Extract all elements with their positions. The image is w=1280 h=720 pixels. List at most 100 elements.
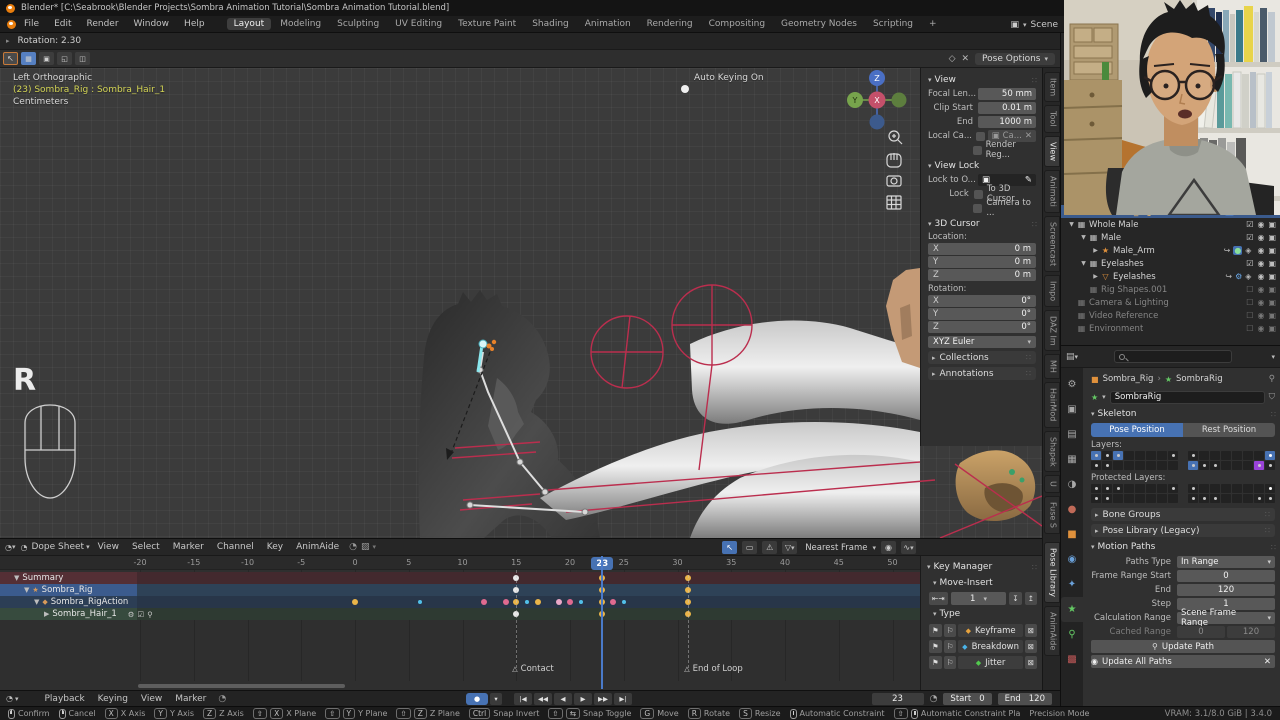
- sidebar-tab-item[interactable]: Item: [1044, 72, 1060, 102]
- outliner-row-whole-male[interactable]: ▼▦Whole Male☑◉▣: [1061, 218, 1280, 231]
- properties-tab-world[interactable]: ●: [1061, 497, 1083, 522]
- render-camera-icon[interactable]: ▣: [1268, 259, 1276, 268]
- protected-layer-cell[interactable]: [1188, 484, 1198, 493]
- protected-layer-cell[interactable]: [1265, 484, 1275, 493]
- protected-layer-cell[interactable]: [1243, 494, 1253, 503]
- selectability-checkbox[interactable]: ☐: [1246, 324, 1253, 333]
- camera-to-view-row[interactable]: Camera to ...: [928, 201, 1036, 215]
- workspace-tab-uv-editing[interactable]: UV Editing: [388, 18, 449, 30]
- layer-cell[interactable]: [1232, 451, 1242, 460]
- keyframe-action-f12[interactable]: [481, 599, 487, 605]
- layer-cell[interactable]: [1168, 461, 1178, 470]
- deselect-flag-icon[interactable]: ⚐: [944, 656, 957, 669]
- editor-type-icon[interactable]: ◔: [5, 543, 12, 552]
- modifier-icon[interactable]: ⚙: [128, 610, 135, 619]
- outliner-row-male-arm[interactable]: ▶★Male_Arm↪●◈◉▣: [1061, 244, 1280, 257]
- protected-layer-cell[interactable]: [1146, 484, 1156, 493]
- outliner-row-rig-shapes-001[interactable]: ▦Rig Shapes.001☐◉▣: [1061, 283, 1280, 296]
- properties-tab-modifiers[interactable]: ✦: [1061, 572, 1083, 597]
- sidebar-tab-screencast[interactable]: Screencast: [1044, 216, 1060, 272]
- jump-to-start-button[interactable]: |◀: [514, 693, 532, 705]
- clear-icon[interactable]: ✕: [962, 54, 970, 64]
- next-keyframe-button[interactable]: ▶▶: [594, 693, 612, 705]
- insert-down-button[interactable]: ↧: [1009, 592, 1021, 605]
- field-end[interactable]: 1000 m: [978, 116, 1036, 128]
- field-end[interactable]: 120: [1177, 584, 1275, 596]
- dope-menu-view[interactable]: View: [98, 542, 119, 552]
- panel-view-lock-header[interactable]: ▾View Lock: [928, 159, 1042, 173]
- insert-up-button[interactable]: ↥: [1025, 592, 1037, 605]
- layer-cell[interactable]: [1221, 461, 1231, 470]
- properties-tab-tool[interactable]: ⚙: [1061, 372, 1083, 397]
- keyframe-action-f14[interactable]: [503, 599, 509, 605]
- layer-cell[interactable]: [1157, 461, 1167, 470]
- dope-menu-animaide[interactable]: AnimAide: [296, 542, 339, 552]
- protected-layer-cell[interactable]: [1135, 484, 1145, 493]
- workspace-tab-animation[interactable]: Animation: [578, 18, 638, 30]
- breadcrumb-data[interactable]: SombraRig: [1176, 374, 1223, 384]
- mod-icon[interactable]: ⚙: [1235, 272, 1242, 281]
- deselect-flag-icon[interactable]: ⚐: [944, 640, 957, 653]
- timeline-menu-playback[interactable]: Playback: [45, 694, 85, 704]
- dope-tab-animaide[interactable]: AnimAide: [1044, 606, 1060, 656]
- key-manager-header[interactable]: ▾Key Manager∷: [927, 560, 1042, 574]
- layer-cell[interactable]: [1091, 451, 1101, 460]
- outliner-row-male[interactable]: ▼▦Male☑◉▣: [1061, 231, 1280, 244]
- play-button[interactable]: ▶: [574, 693, 592, 705]
- selectability-checkbox[interactable]: ☐: [1246, 311, 1253, 320]
- layer-cell[interactable]: [1210, 451, 1220, 460]
- key-type-jitter[interactable]: ◆Jitter: [958, 656, 1022, 669]
- layer-cell[interactable]: [1157, 451, 1167, 460]
- properties-tab-object-data[interactable]: ★: [1061, 597, 1083, 622]
- workspace-tab-shading[interactable]: Shading: [525, 18, 576, 30]
- channel-sombra_hair_1[interactable]: ▶Sombra_Hair_1⚙☑⚲: [0, 608, 137, 620]
- select-flag-icon[interactable]: ⚑: [929, 656, 942, 669]
- lock-icon[interactable]: ⚲: [147, 610, 153, 619]
- layer-cell[interactable]: [1265, 451, 1275, 460]
- clock-icon[interactable]: ◔: [218, 694, 226, 704]
- hide-eye-icon[interactable]: ◉: [1257, 246, 1264, 255]
- pose-options-button[interactable]: Pose Options▾: [975, 53, 1055, 65]
- horizontal-scrollbar[interactable]: [138, 684, 345, 688]
- sidebar-tab-fuse-s[interactable]: Fuse S: [1044, 496, 1060, 534]
- menu-edit[interactable]: Edit: [54, 19, 71, 29]
- keyframe-action-f19[interactable]: [556, 599, 562, 605]
- filter-icon[interactable]: ▽▾: [782, 541, 797, 554]
- render-region-checkbox[interactable]: [973, 146, 982, 155]
- current-frame-field[interactable]: 23: [872, 693, 924, 705]
- layer-cell[interactable]: [1199, 451, 1209, 460]
- keyframe-action-f6[interactable]: [418, 600, 422, 604]
- rotation-order-dropdown[interactable]: XYZ Euler▾: [928, 336, 1036, 348]
- keyframe-action-f25[interactable]: [622, 600, 626, 604]
- delete-icon[interactable]: ⊠: [1025, 640, 1037, 653]
- workspace-tab-scripting[interactable]: Scripting: [866, 18, 920, 30]
- prev-keyframe-button[interactable]: ◀◀: [534, 693, 552, 705]
- field-focal-len-[interactable]: 50 mm: [978, 88, 1036, 100]
- keyframe-canvas[interactable]: △Contact△End of Loop: [0, 570, 920, 681]
- record-options-dropdown[interactable]: ▾: [490, 693, 502, 705]
- pose-library-header[interactable]: ▸Pose Library (Legacy)∷: [1091, 524, 1275, 537]
- delete-icon[interactable]: ⊠: [1025, 624, 1037, 637]
- properties-tab-view-layer[interactable]: ▦: [1061, 447, 1083, 472]
- properties-tab-output[interactable]: ▤: [1061, 422, 1083, 447]
- select-mode-circle-icon[interactable]: ◱: [57, 52, 72, 65]
- layer-cell[interactable]: [1102, 461, 1112, 470]
- camera-to-view-checkbox[interactable]: [973, 204, 982, 213]
- protected-layer-cell[interactable]: [1146, 494, 1156, 503]
- move-left-button[interactable]: ⇤⇥: [929, 592, 948, 605]
- field-clip-start[interactable]: 0.01 m: [978, 102, 1036, 114]
- cursor-axis-field[interactable]: Z0 m: [928, 269, 1036, 281]
- properties-search-input[interactable]: [1114, 350, 1232, 363]
- menu-file[interactable]: File: [24, 19, 39, 29]
- skeleton-panel-header[interactable]: ▾Skeleton∷: [1091, 407, 1280, 421]
- bone-groups-header[interactable]: ▸Bone Groups∷: [1091, 508, 1275, 521]
- selectability-checkbox[interactable]: ☑: [1246, 220, 1253, 229]
- layer-cell[interactable]: [1168, 451, 1178, 460]
- layer-cell[interactable]: [1199, 461, 1209, 470]
- properties-tab-render[interactable]: ▣: [1061, 397, 1083, 422]
- sidebar-tab-daz-im[interactable]: DAZ Im: [1044, 310, 1060, 352]
- link-icon[interactable]: ↪: [1224, 246, 1231, 255]
- keyframe-action-f20[interactable]: [567, 599, 573, 605]
- hide-eye-icon[interactable]: ◉: [1257, 324, 1264, 333]
- layer-cell[interactable]: [1124, 451, 1134, 460]
